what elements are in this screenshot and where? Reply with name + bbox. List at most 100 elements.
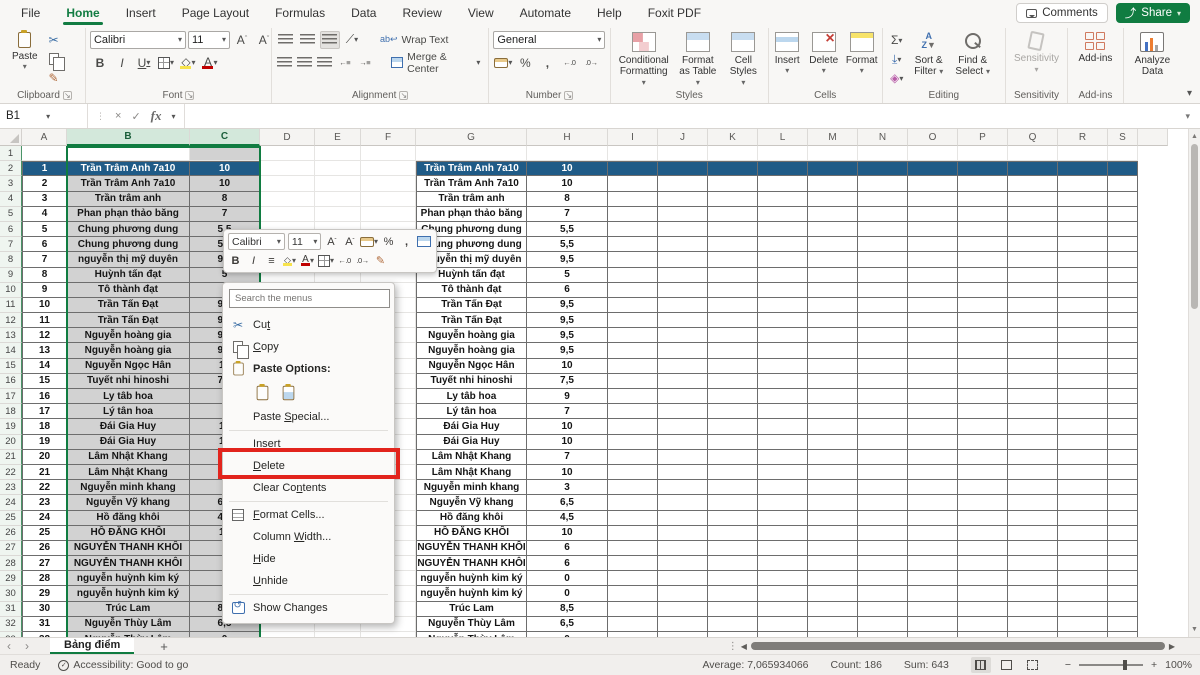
grid-cell[interactable]: [758, 298, 808, 313]
cell-A30[interactable]: 29: [22, 586, 67, 601]
menu-tab-data[interactable]: Data: [338, 0, 389, 26]
cell-A18[interactable]: 17: [22, 404, 67, 419]
grid-cell[interactable]: [1058, 404, 1108, 419]
grid-cell[interactable]: [658, 465, 708, 480]
grid-cell[interactable]: [758, 556, 808, 571]
cell-D4[interactable]: [260, 192, 315, 207]
grid-cell[interactable]: [1058, 602, 1108, 617]
grid-cell[interactable]: [808, 511, 858, 526]
cell-A24[interactable]: 23: [22, 495, 67, 510]
grid-cell[interactable]: [708, 222, 758, 237]
mini-align-button[interactable]: ≡: [264, 252, 279, 269]
cell-B12[interactable]: Trần Tấn Đạt: [67, 313, 190, 328]
scroll-left-icon[interactable]: ◀: [741, 642, 747, 651]
grid-cell[interactable]: [808, 268, 858, 283]
paste-icon[interactable]: [257, 386, 269, 400]
grid-cell[interactable]: [758, 176, 808, 191]
grid-cell[interactable]: [708, 146, 758, 161]
cell-B4[interactable]: Trần trâm anh: [67, 192, 190, 207]
cell-H26[interactable]: 10: [527, 526, 608, 541]
context-menu-item-paste-special[interactable]: Paste Special...: [223, 406, 394, 428]
column-header-Q[interactable]: Q: [1008, 129, 1058, 146]
grid-cell[interactable]: [758, 465, 808, 480]
fill-color-button[interactable]: ◇▾: [178, 54, 198, 72]
cell-G13[interactable]: Nguyễn hoàng gia: [416, 328, 527, 343]
insert-function-icon[interactable]: fx: [151, 108, 162, 124]
grid-cell[interactable]: [858, 404, 908, 419]
grid-cell[interactable]: [1058, 176, 1108, 191]
cell-H20[interactable]: 10: [527, 435, 608, 450]
grid-cell[interactable]: [1058, 283, 1108, 298]
row-header-19[interactable]: 19: [0, 419, 22, 434]
grid-cell[interactable]: [1008, 192, 1058, 207]
cell-G26[interactable]: HỒ ĐĂNG KHÔI: [416, 526, 527, 541]
mini-font-name-combo[interactable]: Calibri▾: [228, 233, 285, 250]
grid-cell[interactable]: [1108, 465, 1138, 480]
grid-cell[interactable]: [608, 176, 658, 191]
cell-B24[interactable]: Nguyễn Vỹ khang: [67, 495, 190, 510]
cell-H14[interactable]: 9,5: [527, 343, 608, 358]
grid-cell[interactable]: [1108, 495, 1138, 510]
grid-cell[interactable]: [758, 343, 808, 358]
cell-F4[interactable]: [361, 192, 416, 207]
grid-cell[interactable]: [658, 556, 708, 571]
row-header-20[interactable]: 20: [0, 435, 22, 450]
cell-H6[interactable]: 5,5: [527, 222, 608, 237]
menu-tab-foxit-pdf[interactable]: Foxit PDF: [635, 0, 714, 26]
grid-cell[interactable]: [1108, 268, 1138, 283]
grid-cell[interactable]: [908, 222, 958, 237]
grid-cell[interactable]: [708, 343, 758, 358]
grid-cell[interactable]: [758, 389, 808, 404]
grid-cell[interactable]: [1108, 237, 1138, 252]
grid-cell[interactable]: [608, 586, 658, 601]
grid-cell[interactable]: [608, 343, 658, 358]
grid-cell[interactable]: [908, 511, 958, 526]
grid-cell[interactable]: [908, 283, 958, 298]
grid-cell[interactable]: [858, 435, 908, 450]
grid-cell[interactable]: [1008, 298, 1058, 313]
increase-decimal-button[interactable]: ←.0: [559, 54, 579, 72]
grid-cell[interactable]: [708, 176, 758, 191]
grid-cell[interactable]: [608, 617, 658, 632]
dialog-launcher-icon[interactable]: ↘: [564, 91, 573, 100]
vertical-scrollbar[interactable]: ▲ ▼: [1188, 129, 1200, 637]
grid-cell[interactable]: [1108, 328, 1138, 343]
grid-cell[interactable]: [1058, 617, 1108, 632]
cell-H30[interactable]: 0: [527, 586, 608, 601]
grid-cell[interactable]: [958, 511, 1008, 526]
cell-H3[interactable]: 10: [527, 176, 608, 191]
grid-cell[interactable]: [658, 207, 708, 222]
cell-H1[interactable]: [527, 146, 608, 161]
grid-cell[interactable]: [758, 419, 808, 434]
grid-cell[interactable]: [858, 192, 908, 207]
cell-A3[interactable]: 2: [22, 176, 67, 191]
grid-cell[interactable]: [708, 419, 758, 434]
cell-B31[interactable]: Trúc Lam: [67, 602, 190, 617]
grid-cell[interactable]: [608, 283, 658, 298]
cell-A9[interactable]: 8: [22, 268, 67, 283]
row-header-14[interactable]: 14: [0, 343, 22, 358]
grid-cell[interactable]: [858, 237, 908, 252]
cell-H12[interactable]: 9,5: [527, 313, 608, 328]
cell-G29[interactable]: nguyễn huỳnh kim ký: [416, 571, 527, 586]
copy-button[interactable]: [44, 50, 64, 68]
grid-cell[interactable]: [758, 617, 808, 632]
grid-cell[interactable]: [708, 298, 758, 313]
context-menu-item-insert[interactable]: Insert: [223, 433, 394, 455]
row-header-15[interactable]: 15: [0, 359, 22, 374]
menu-tab-home[interactable]: Home: [53, 0, 112, 26]
grid-cell[interactable]: [858, 161, 908, 176]
grid-cell[interactable]: [658, 435, 708, 450]
cell-B25[interactable]: Hồ đăng khôi: [67, 511, 190, 526]
grid-cell[interactable]: [608, 192, 658, 207]
grid-cell[interactable]: [858, 374, 908, 389]
cancel-entry-icon[interactable]: ×: [115, 110, 121, 122]
grid-cell[interactable]: [908, 419, 958, 434]
cell-H31[interactable]: 8,5: [527, 602, 608, 617]
grid-cell[interactable]: [658, 237, 708, 252]
context-menu-item-hide[interactable]: Hide: [223, 548, 394, 570]
grid-cell[interactable]: [958, 283, 1008, 298]
column-header-B[interactable]: B: [67, 129, 190, 146]
grid-cell[interactable]: [758, 283, 808, 298]
grid-cell[interactable]: [1108, 571, 1138, 586]
